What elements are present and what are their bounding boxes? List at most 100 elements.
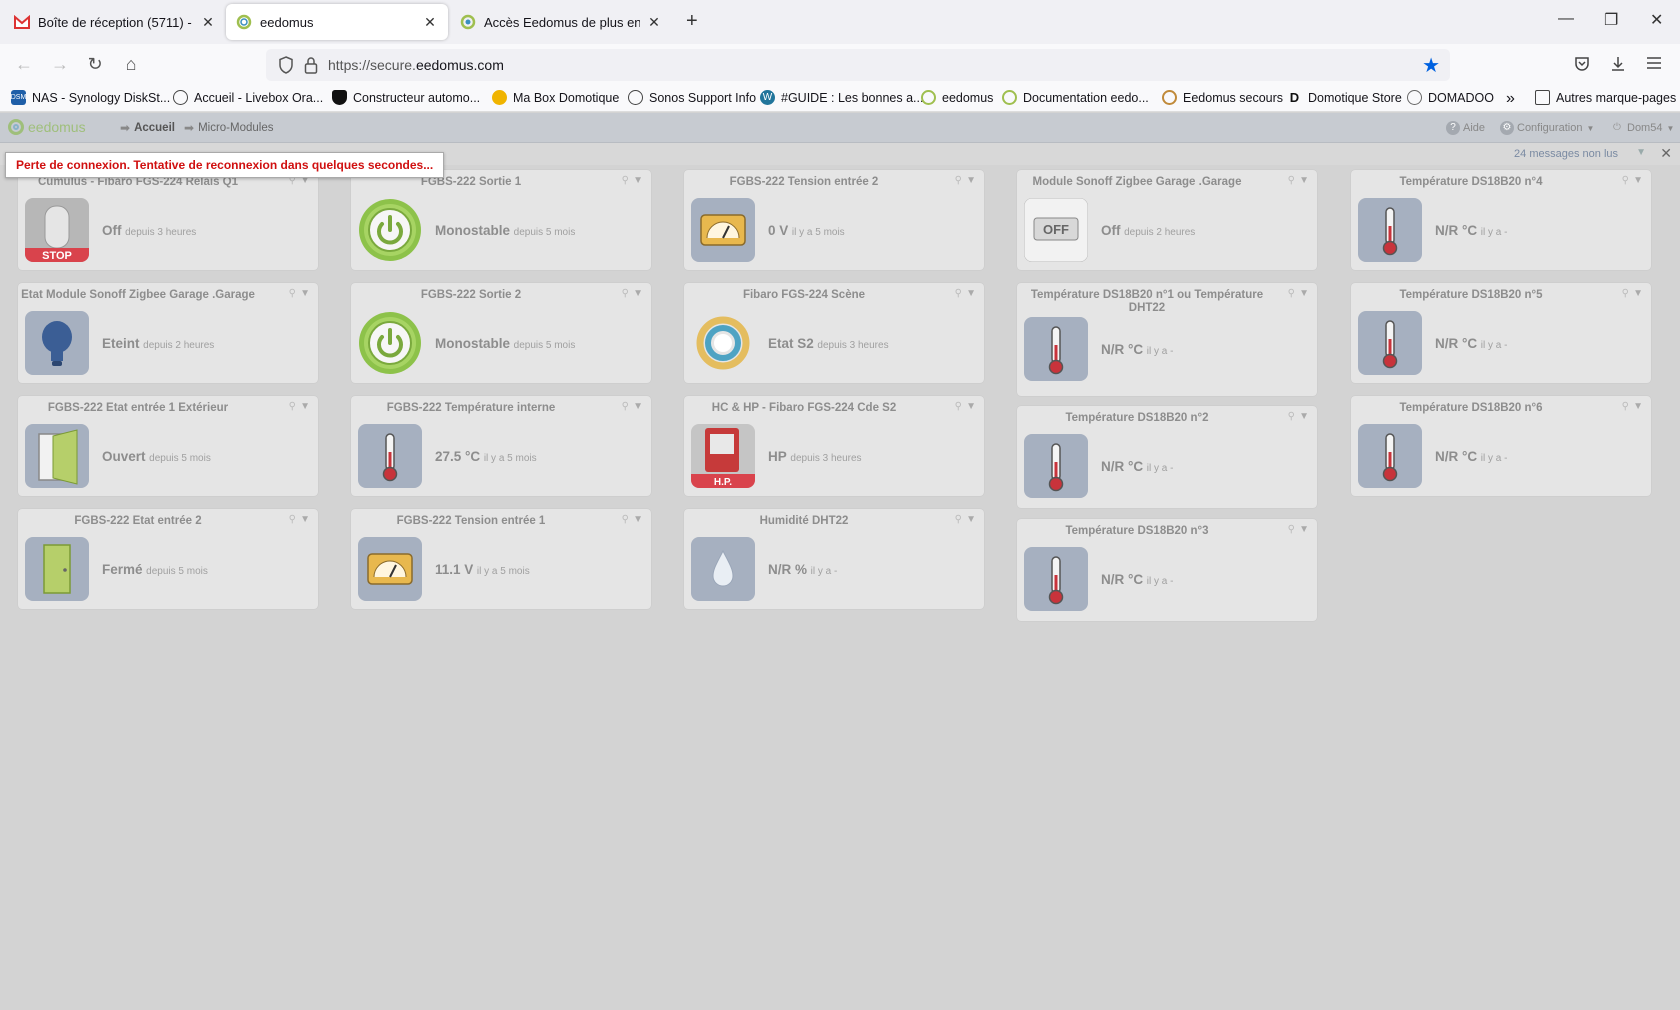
menu-icon[interactable] [1646,56,1662,75]
widget-card[interactable]: Température DS18B20 n°1 ou Température D… [1017,283,1317,396]
search-icon[interactable]: ⚲ [1288,524,1295,535]
door-closed-icon[interactable] [25,537,89,601]
chevron-down-icon[interactable]: ▼ [1299,411,1309,422]
chevron-down-icon[interactable]: ▼ [1633,175,1643,186]
thermometer-icon[interactable] [358,424,422,488]
chevron-down-icon[interactable]: ▼ [300,401,310,412]
search-icon[interactable]: ⚲ [622,175,629,186]
pocket-icon[interactable] [1574,56,1590,77]
chevron-down-icon[interactable]: ▼ [633,175,643,186]
bookmark-livebox[interactable]: Accueil - Livebox Ora... [173,90,323,105]
bookmark-constructeur[interactable]: Constructeur automo... [332,90,480,105]
widget-card[interactable]: Température DS18B20 n°4 ⚲ ▼ N/R °C il y a - [1351,170,1651,270]
widget-card[interactable]: FGBS-222 Etat entrée 2 ⚲ ▼ Fermé depuis 5 m… [18,509,318,609]
bookmark-domadoo[interactable]: DOMADOO [1407,90,1494,105]
breadcrumb-micro-modules[interactable]: ➡ Micro-Modules [184,121,273,135]
widget-card[interactable]: HC & HP - Fibaro FGS-224 Cde S2 ⚲ ▼ H.P. HP … [684,396,984,496]
chevron-down-icon[interactable]: ▼ [300,514,310,525]
bookmark-nas[interactable]: DSM NAS - Synology DiskSt... [11,90,170,105]
eedomus-logo[interactable]: eedomus [8,119,86,135]
widget-card[interactable]: Fibaro FGS-224 Scène ⚲ ▼ Etat S2 depuis 3 h… [684,283,984,383]
tab-gmail[interactable]: Boîte de réception (5711) - dom ✕ [4,4,226,40]
chevron-down-icon[interactable]: ▼ [966,288,976,299]
chevron-down-icon[interactable]: ▼ [633,514,643,525]
search-icon[interactable]: ⚲ [1288,175,1295,186]
chevron-down-icon[interactable]: ▼ [966,175,976,186]
widget-card[interactable]: Module Sonoff Zigbee Garage .Garage ⚲ ▼ OFF… [1017,170,1317,270]
bookmark-guide[interactable]: W #GUIDE : Les bonnes a... [760,90,923,105]
search-icon[interactable]: ⚲ [1622,401,1629,412]
close-tab-icon[interactable]: ✕ [646,14,662,31]
bookmark-domotique-store[interactable]: D Domotique Store [1287,90,1402,105]
widget-card[interactable]: FGBS-222 Tension entrée 1 ⚲ ▼ 11.1 V il y a… [351,509,651,609]
search-icon[interactable]: ⚲ [1622,288,1629,299]
close-tab-icon[interactable]: ✕ [200,14,216,31]
close-icon[interactable]: ✕ [1660,145,1672,162]
bookmark-sonos[interactable]: Sonos Support Info [628,90,756,105]
close-tab-icon[interactable]: ✕ [422,14,438,31]
chevron-down-icon[interactable]: ▼ [1636,147,1646,158]
configuration-menu[interactable]: ⚙ Configuration ▼ [1500,121,1594,135]
breadcrumb-accueil[interactable]: ➡ Accueil [120,121,175,135]
widget-card[interactable]: Température DS18B20 n°2 ⚲ ▼ N/R °C il y a - [1017,406,1317,508]
chevron-down-icon[interactable]: ▼ [633,401,643,412]
download-icon[interactable] [1610,56,1626,77]
search-icon[interactable]: ⚲ [955,288,962,299]
thermometer-icon[interactable] [1358,198,1422,262]
light-bulb-icon[interactable] [25,311,89,375]
search-icon[interactable]: ⚲ [955,514,962,525]
electric-meter-hp-icon[interactable]: H.P. [691,424,755,488]
chevron-down-icon[interactable]: ▼ [1299,288,1309,299]
scene-ring-icon[interactable] [691,311,755,375]
more-bookmarks-icon[interactable]: » [1506,90,1515,108]
search-icon[interactable]: ⚲ [1288,411,1295,422]
unread-messages-link[interactable]: 24 messages non lus [1514,148,1618,160]
back-icon[interactable]: ← [13,54,35,75]
search-icon[interactable]: ⚲ [1288,288,1295,299]
widget-card[interactable]: Température DS18B20 n°6 ⚲ ▼ N/R °C il y a - [1351,396,1651,496]
widget-card[interactable]: FGBS-222 Etat entrée 1 Extérieur ⚲ ▼ Ouvert… [18,396,318,496]
widget-card[interactable]: FGBS-222 Température interne ⚲ ▼ 27.5 °C il… [351,396,651,496]
widget-card[interactable]: Température DS18B20 n°5 ⚲ ▼ N/R °C il y a - [1351,283,1651,383]
power-button-icon[interactable] [358,198,422,262]
door-open-icon[interactable] [25,424,89,488]
power-button-icon[interactable] [358,311,422,375]
search-icon[interactable]: ⚲ [289,401,296,412]
widget-card[interactable]: FGBS-222 Sortie 2 ⚲ ▼ Monostable depuis 5 m… [351,283,651,383]
help-menu[interactable]: ? Aide [1446,121,1485,135]
minimize-icon[interactable]: — [1558,10,1574,28]
chevron-down-icon[interactable]: ▼ [300,288,310,299]
search-icon[interactable]: ⚲ [955,401,962,412]
thermometer-icon[interactable] [1358,311,1422,375]
widget-card[interactable]: Etat Module Sonoff Zigbee Garage .Garage… [18,283,318,383]
thermometer-icon[interactable] [1024,434,1088,498]
bookmark-secours[interactable]: Eedomus secours [1162,90,1283,105]
user-menu[interactable]: ⏻ Dom54 ▼ [1610,121,1674,135]
address-bar[interactable]: https://secure.eedomus.com ★ [266,49,1450,81]
window-close-icon[interactable]: ✕ [1650,10,1663,30]
search-icon[interactable]: ⚲ [289,514,296,525]
bookmark-ma-box[interactable]: Ma Box Domotique [492,90,619,105]
reload-icon[interactable]: ↻ [84,54,106,75]
chevron-down-icon[interactable]: ▼ [1633,401,1643,412]
off-switch-icon[interactable]: OFF [1024,198,1088,262]
water-drop-icon[interactable] [691,537,755,601]
tab-eedomus[interactable]: eedomus ✕ [226,4,448,40]
new-tab-button[interactable]: + [686,10,698,33]
search-icon[interactable]: ⚲ [955,175,962,186]
chevron-down-icon[interactable]: ▼ [1299,175,1309,186]
chevron-down-icon[interactable]: ▼ [966,401,976,412]
bookmark-other[interactable]: Autres marque-pages [1535,90,1676,105]
voltmeter-icon[interactable] [358,537,422,601]
water-heater-stop-icon[interactable]: STOP [25,198,89,262]
widget-card[interactable]: Humidité DHT22 ⚲ ▼ N/R % il y a - [684,509,984,609]
widget-card[interactable]: FGBS-222 Tension entrée 2 ⚲ ▼ 0 V il y a 5 … [684,170,984,270]
search-icon[interactable]: ⚲ [622,288,629,299]
voltmeter-icon[interactable] [691,198,755,262]
lock-icon[interactable] [304,56,318,79]
thermometer-icon[interactable] [1024,317,1088,381]
restore-icon[interactable]: ❐ [1604,10,1618,30]
search-icon[interactable]: ⚲ [622,514,629,525]
thermometer-icon[interactable] [1358,424,1422,488]
search-icon[interactable]: ⚲ [1622,175,1629,186]
